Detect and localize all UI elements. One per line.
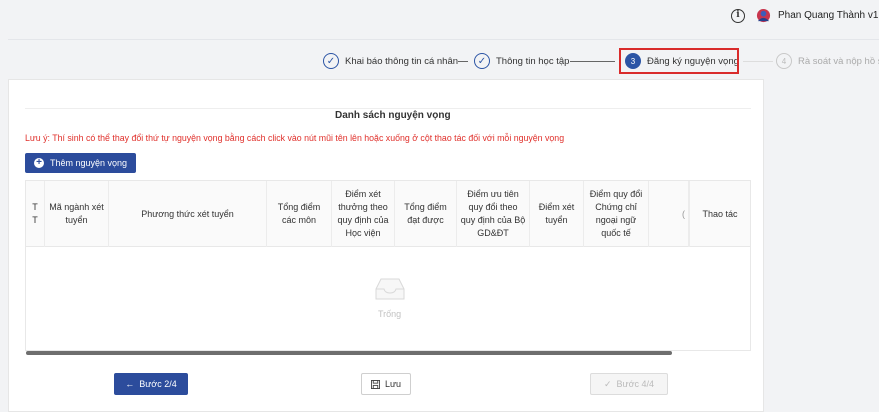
col-bonus-score: Điểm xét thưởng theo quy định của Học vi… — [332, 181, 395, 247]
add-wish-button[interactable]: + Thêm nguyện vọng — [25, 153, 137, 173]
check-icon: ✓ — [604, 378, 612, 389]
step-2[interactable]: ✓ Thông tin học tập — [474, 48, 569, 74]
col-total-score: Tổng điểm các môn — [267, 181, 332, 247]
divider — [25, 108, 751, 109]
col-priority-score: Điểm ưu tiên quy đổi theo quy định của B… — [457, 181, 530, 247]
step-label: Khai báo thông tin cá nhân — [345, 55, 459, 67]
step-4[interactable]: 4 Rà soát và nộp hồ sơ — [776, 48, 879, 74]
table-header: T T Mã ngành xét tuyển Phương thức xét t… — [26, 181, 750, 247]
next-step-label: Bước 4/4 — [616, 379, 654, 389]
col-language-cert: Điểm quy đổi Chứng chỉ ngoại ngữ quốc tế — [584, 181, 649, 247]
plus-icon: + — [34, 158, 44, 168]
col-achieved-score: Tổng điểm đạt được — [395, 181, 457, 247]
next-step-button[interactable]: ✓ Bước 4/4 — [590, 373, 668, 395]
col-truncated: ( — [649, 181, 689, 247]
step-label: Rà soát và nộp hồ sơ — [798, 55, 879, 67]
progress-stepper: ✓ Khai báo thông tin cá nhân ✓ Thông tin… — [0, 48, 879, 74]
back-step-label: Bước 2/4 — [139, 379, 177, 389]
step-connector — [743, 61, 773, 62]
panel-title: Danh sách nguyện vọng — [335, 110, 451, 121]
horizontal-scrollbar[interactable] — [26, 351, 672, 355]
back-step-button[interactable]: ← Bước 2/4 — [114, 373, 188, 395]
check-icon: ✓ — [474, 53, 490, 69]
col-admission-score: Điểm xét tuyển — [530, 181, 584, 247]
arrow-left-icon: ← — [125, 379, 135, 389]
info-icon[interactable]: i — [731, 9, 745, 23]
step-connector — [570, 61, 615, 62]
top-bar: i Phan Quang Thành v1.2 — [0, 0, 879, 36]
header-divider — [8, 39, 879, 40]
col-actions: Thao tác — [689, 181, 750, 247]
col-method: Phương thức xét tuyển — [109, 181, 267, 247]
active-step-highlight — [619, 48, 739, 74]
main-panel: Danh sách nguyện vọng Lưu ý: Thí sinh có… — [8, 79, 764, 412]
user-name[interactable]: Phan Quang Thành v1.2 — [778, 10, 879, 21]
check-icon: ✓ — [323, 53, 339, 69]
empty-inbox-icon — [375, 278, 405, 300]
col-stt: T T — [26, 181, 45, 247]
save-label: Lưu — [384, 379, 402, 389]
step-label: Thông tin học tập — [496, 55, 570, 67]
col-major-code: Mã ngành xét tuyển — [45, 181, 109, 247]
add-wish-label: Thêm nguyện vọng — [50, 158, 128, 168]
step-connector — [458, 61, 468, 62]
step-number: 4 — [776, 53, 792, 69]
user-avatar[interactable] — [756, 8, 771, 23]
step-1[interactable]: ✓ Khai báo thông tin cá nhân — [323, 48, 458, 74]
save-button[interactable]: Lưu — [361, 373, 411, 395]
warning-note: Lưu ý: Thí sinh có thể thay đổi thứ tự n… — [25, 133, 565, 143]
wish-table: T T Mã ngành xét tuyển Phương thức xét t… — [25, 180, 751, 355]
empty-state-text: Trống — [378, 309, 402, 319]
save-icon — [370, 379, 380, 389]
